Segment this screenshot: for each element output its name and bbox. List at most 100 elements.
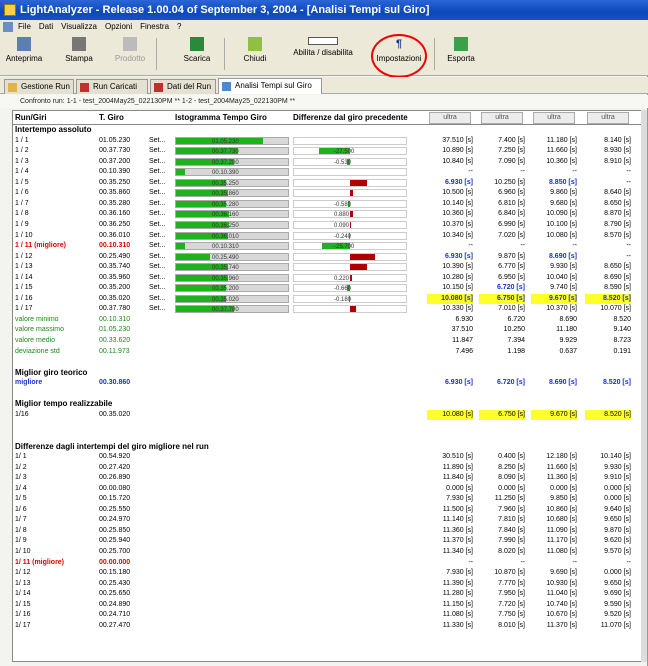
tab-analisi-tempi[interactable]: Analisi Tempi sul Giro bbox=[218, 78, 322, 94]
data-icon bbox=[154, 83, 163, 92]
toolbar-separator bbox=[434, 38, 435, 70]
menu-visualizza[interactable]: Visualizza bbox=[61, 22, 97, 31]
lap-diff-bar: -0.580 bbox=[293, 199, 407, 208]
lap-time: 00.36.250 bbox=[99, 220, 131, 228]
split-value: 8.570 [s] bbox=[604, 231, 631, 239]
lap-time: 00.35.740 bbox=[99, 263, 131, 271]
diff-value: -0.660 bbox=[334, 286, 352, 293]
prodotto-button[interactable]: Prodotto bbox=[110, 37, 150, 73]
split-value: 11.090 [s] bbox=[546, 526, 577, 534]
lap-label: 1 / 7 bbox=[15, 199, 29, 207]
diff-value: -0.240 bbox=[334, 233, 352, 240]
header-t-giro[interactable]: T. Giro bbox=[99, 111, 124, 124]
histogram-value: 00.10.310 bbox=[212, 244, 239, 251]
split-value: 8.090 [s] bbox=[498, 474, 525, 482]
lap-delta-time: 00.25.940 bbox=[99, 537, 131, 545]
lap-diff-bar: 0.220 bbox=[293, 273, 407, 282]
split-value: 10.390 [s] bbox=[442, 263, 473, 271]
set-button[interactable]: Set... bbox=[149, 178, 171, 188]
split-value: 8.640 [s] bbox=[604, 189, 631, 197]
run-compare-bar[interactable]: Confronto run: 1-1 - test_2004May25_0221… bbox=[0, 95, 648, 108]
split-value: 11.330 [s] bbox=[442, 621, 473, 629]
split-value: 10.080 [s] bbox=[427, 293, 473, 304]
vertical-scrollbar[interactable] bbox=[641, 110, 647, 662]
window-title: LightAnalyzer - Release 1.00.04 of Septe… bbox=[20, 4, 430, 16]
lap-label: 1 / 1 bbox=[15, 136, 29, 144]
set-button[interactable]: Set... bbox=[149, 273, 171, 283]
chiudi-button[interactable]: Chiudi bbox=[238, 37, 272, 73]
menu-dati[interactable]: Dati bbox=[39, 22, 53, 31]
set-button[interactable]: Set... bbox=[149, 167, 171, 177]
set-button[interactable]: Set... bbox=[149, 136, 171, 146]
split-value: 9.870 [s] bbox=[498, 252, 525, 260]
split-value: 11.660 [s] bbox=[546, 463, 577, 471]
menu-file[interactable]: File bbox=[18, 22, 31, 31]
header-differenze[interactable]: Differenze dal giro precedente bbox=[293, 111, 408, 124]
lap-diff-positive bbox=[350, 190, 353, 197]
set-button[interactable]: Set... bbox=[149, 294, 171, 304]
esporta-button[interactable]: Esporta bbox=[444, 37, 478, 73]
set-button[interactable]: Set... bbox=[149, 262, 171, 272]
lap-delta-time: 00.54.920 bbox=[99, 453, 131, 461]
histogram-value: 00.35.200 bbox=[212, 286, 239, 293]
menu-finestra[interactable]: Finestra bbox=[140, 22, 169, 31]
split-value: 10.090 [s] bbox=[546, 210, 577, 218]
split-value: 7.394 bbox=[507, 337, 525, 344]
split-value: 8.650 [s] bbox=[604, 263, 631, 271]
set-button[interactable]: Set... bbox=[149, 209, 171, 219]
tab-gestione-run[interactable]: Gestione Run bbox=[4, 79, 74, 94]
set-button[interactable]: Set... bbox=[149, 304, 171, 314]
split-value: 6.840 [s] bbox=[498, 210, 525, 218]
scarica-button[interactable]: Scarica bbox=[180, 37, 214, 73]
header-run-giri[interactable]: Run/Giri bbox=[15, 111, 47, 124]
header-column-button[interactable]: ultra bbox=[533, 112, 575, 124]
section-heading: Miglior giro teorico bbox=[15, 367, 88, 377]
split-value: 8.910 [s] bbox=[604, 157, 631, 165]
split-value: 9.930 [s] bbox=[550, 263, 577, 271]
download-icon bbox=[190, 37, 204, 51]
set-button[interactable]: Set... bbox=[149, 199, 171, 209]
set-button[interactable]: Set... bbox=[149, 241, 171, 251]
section-title: Intertempo assoluto bbox=[13, 125, 641, 136]
split-value: 8.590 [s] bbox=[604, 284, 631, 292]
menu-opzioni[interactable]: Opzioni bbox=[105, 22, 132, 31]
lap-label: 1/ 17 bbox=[15, 621, 31, 629]
split-value: 9.690 [s] bbox=[604, 590, 631, 598]
menu-help[interactable]: ? bbox=[177, 22, 181, 31]
set-button[interactable]: Set... bbox=[149, 283, 171, 293]
tab-dati-del-run[interactable]: Dati del Run bbox=[150, 79, 216, 94]
set-button[interactable]: Set... bbox=[149, 146, 171, 156]
set-button[interactable]: Set... bbox=[149, 157, 171, 167]
split-value: 10.080 [s] bbox=[427, 409, 473, 420]
menu-bar: File Dati Visualizza Opzioni Finestra? bbox=[0, 20, 648, 34]
lap-label: 1/ 3 bbox=[15, 474, 27, 482]
lap-delta-time: 00.24.710 bbox=[99, 611, 131, 619]
abilita-disabilita-button[interactable]: Abilita / disabilita bbox=[292, 37, 354, 73]
lap-diff-positive bbox=[350, 274, 352, 281]
lap-diff-bar: -0.530 bbox=[293, 157, 407, 166]
header-column-button[interactable]: ultra bbox=[429, 112, 471, 124]
split-value: 10.040 [s] bbox=[546, 273, 577, 281]
set-button[interactable]: Set... bbox=[149, 188, 171, 198]
lap-histogram-bar: 01.05.230 bbox=[175, 136, 289, 145]
header-column-button[interactable]: ultra bbox=[587, 112, 629, 124]
split-value: 0.191 bbox=[613, 347, 631, 355]
lap-label: 1/ 9 bbox=[15, 537, 27, 545]
spacer-row bbox=[13, 431, 641, 442]
split-value: 9.520 [s] bbox=[604, 611, 631, 619]
anteprima-button[interactable]: Anteprima bbox=[4, 37, 44, 73]
tab-run-caricati[interactable]: Run Caricati bbox=[76, 79, 148, 94]
split-value: 8.690 [s] bbox=[548, 379, 577, 387]
set-button[interactable]: Set... bbox=[149, 220, 171, 230]
split-value: 10.360 [s] bbox=[442, 210, 473, 218]
header-istogramma[interactable]: Istogramma Tempo Giro bbox=[175, 111, 267, 124]
set-button[interactable]: Set... bbox=[149, 231, 171, 241]
split-value: 8.520 bbox=[613, 315, 631, 323]
set-button[interactable]: Set... bbox=[149, 252, 171, 262]
lap-label: 1/ 14 bbox=[15, 590, 31, 598]
header-column-button[interactable]: ultra bbox=[481, 112, 523, 124]
stampa-button[interactable]: Stampa bbox=[62, 37, 96, 73]
lap-histogram-bar: 00.35.860 bbox=[175, 189, 289, 198]
close-icon bbox=[248, 37, 262, 51]
diff-value: -27.500 bbox=[334, 149, 355, 156]
